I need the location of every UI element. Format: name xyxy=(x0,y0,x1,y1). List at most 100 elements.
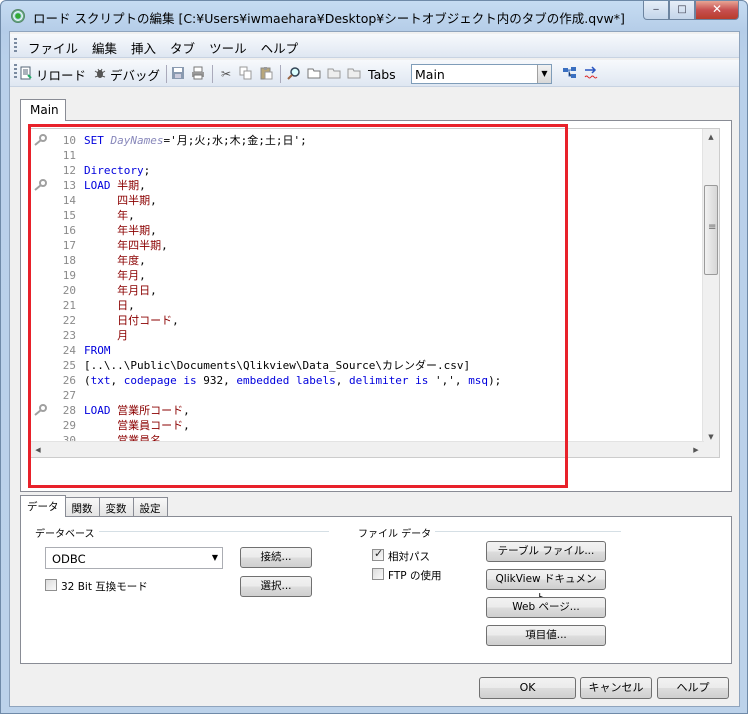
script-line[interactable]: 11 xyxy=(30,148,706,163)
tab-main[interactable]: Main xyxy=(20,99,66,121)
bottom-tab-strip: データ 関数 変数 設定 xyxy=(20,495,168,517)
menu-tools[interactable]: ツール xyxy=(209,38,247,57)
debug-button[interactable]: デバッグ xyxy=(92,65,160,83)
code-text: 年四半期, xyxy=(84,238,168,253)
script-line[interactable]: 14 四半期, xyxy=(30,193,706,208)
tab-data[interactable]: データ xyxy=(20,495,66,517)
vertical-scrollbar[interactable]: ▲ ▼ xyxy=(702,129,719,457)
syntax-check-button[interactable] xyxy=(584,65,602,83)
code-text: 年度, xyxy=(84,253,146,268)
reload-button[interactable]: リロード xyxy=(18,65,86,83)
code-token: 月 xyxy=(117,329,129,342)
tabs-dropdown-value: Main xyxy=(415,67,445,82)
script-line[interactable]: 20 年月日, xyxy=(30,283,706,298)
code-token: , xyxy=(139,254,146,267)
tabs-dropdown[interactable]: Main ▼ xyxy=(411,64,552,84)
find-button[interactable] xyxy=(286,65,304,83)
script-line[interactable]: 21 日, xyxy=(30,298,706,313)
promote-tab-button[interactable] xyxy=(562,65,580,83)
script-line[interactable]: 22 日付コード, xyxy=(30,313,706,328)
script-line[interactable]: 10 SET DayNames='月;火;水;木;金;土;日'; xyxy=(30,133,706,148)
database-select[interactable]: ODBC ▼ xyxy=(45,547,223,569)
title-bar[interactable]: ロード スクリプトの編集 [C:¥Users¥iwmaehara¥Desktop… xyxy=(1,1,747,31)
tab-tree-icon xyxy=(562,66,578,82)
select-button[interactable]: 選択... xyxy=(240,576,312,597)
script-line[interactable]: 17 年四半期, xyxy=(30,238,706,253)
connect-button[interactable]: 接続... xyxy=(240,547,312,568)
code-token: , xyxy=(139,269,146,282)
key-icon xyxy=(33,134,47,146)
indent-button[interactable] xyxy=(326,65,344,83)
tab-functions[interactable]: 関数 xyxy=(64,497,100,517)
code-token: 営業員コード xyxy=(117,419,184,432)
ftp-checkbox[interactable] xyxy=(372,568,384,580)
script-line[interactable]: 27 xyxy=(30,388,706,403)
cancel-button[interactable]: キャンセル xyxy=(580,677,652,699)
outdent-button[interactable] xyxy=(346,65,364,83)
scroll-right-icon[interactable]: ▶ xyxy=(688,442,704,457)
scroll-thumb[interactable] xyxy=(704,185,718,275)
scroll-up-icon[interactable]: ▲ xyxy=(703,129,719,145)
scroll-left-icon[interactable]: ◀ xyxy=(30,442,46,457)
code-token: , xyxy=(161,239,168,252)
script-line[interactable]: 15 年, xyxy=(30,208,706,223)
script-editor[interactable]: 31 役職コード30 営業員名,29 営業員コード,28LOAD 営業所コード,… xyxy=(29,128,720,458)
script-line[interactable]: 28 LOAD 営業所コード, xyxy=(30,403,706,418)
open-folder-button[interactable] xyxy=(306,65,324,83)
key-icon xyxy=(33,179,47,191)
script-line[interactable]: 29 営業員コード, xyxy=(30,418,706,433)
code-token: , xyxy=(128,299,135,312)
script-line[interactable]: 19 年月, xyxy=(30,268,706,283)
paste-button[interactable] xyxy=(258,65,276,83)
menu-edit[interactable]: 編集 xyxy=(92,38,117,57)
cut-button[interactable]: ✂ xyxy=(218,65,236,83)
ok-button[interactable]: OK xyxy=(479,677,576,699)
horizontal-scrollbar[interactable]: ◀ ▶ xyxy=(30,441,704,457)
menu-insert[interactable]: 挿入 xyxy=(131,38,156,57)
script-line[interactable]: 24 FROM xyxy=(30,343,706,358)
bit32-checkbox[interactable] xyxy=(45,579,57,591)
menu-tab[interactable]: タブ xyxy=(170,38,195,57)
tab-settings[interactable]: 設定 xyxy=(132,497,168,517)
save-button[interactable] xyxy=(170,65,188,83)
close-button[interactable]: ✕ xyxy=(695,1,739,20)
relative-path-checkbox[interactable] xyxy=(372,547,384,561)
menu-grip-icon[interactable] xyxy=(14,38,17,54)
code-token: embedded labels xyxy=(236,374,336,387)
qlikview-app-icon xyxy=(11,9,25,23)
relative-path-label: 相対パス xyxy=(388,551,430,563)
qlikview-document-button[interactable]: QlikView ドキュメント... xyxy=(486,569,606,604)
script-line[interactable]: 18 年度, xyxy=(30,253,706,268)
print-button[interactable] xyxy=(190,65,208,83)
maximize-button[interactable]: □ xyxy=(669,1,695,20)
script-line[interactable]: 13 LOAD 半期, xyxy=(30,178,706,193)
table-file-button[interactable]: テーブル ファイル... xyxy=(486,541,606,562)
reload-label: リロード xyxy=(36,67,87,83)
tab-variables[interactable]: 変数 xyxy=(98,497,134,517)
help-button[interactable]: ヘルプ xyxy=(657,677,729,699)
outdent-icon xyxy=(346,66,362,82)
web-page-button[interactable]: Web ページ... xyxy=(486,597,606,618)
copy-button[interactable] xyxy=(238,65,256,83)
scroll-down-icon[interactable]: ▼ xyxy=(703,429,719,445)
script-line[interactable]: 23 月 xyxy=(30,328,706,343)
toolbar: リロード デバッグ ✂ Tabs Main ▼ xyxy=(10,60,739,87)
script-line[interactable]: 16 年半期, xyxy=(30,223,706,238)
menu-file[interactable]: ファイル xyxy=(28,38,78,57)
chevron-down-icon[interactable]: ▼ xyxy=(537,65,551,83)
field-value-button[interactable]: 項目値... xyxy=(486,625,606,646)
line-number: 29 xyxy=(62,419,76,432)
code-token: , xyxy=(150,284,157,297)
script-line[interactable]: 26 (txt, codepage is 932, embedded labels… xyxy=(30,373,706,388)
menu-help[interactable]: ヘルプ xyxy=(261,38,299,57)
script-line[interactable]: 25 [..\..\Public\Documents\Qlikview\Data_… xyxy=(30,358,706,373)
toolbar-separator xyxy=(212,65,213,83)
toolbar-grip-icon[interactable] xyxy=(14,64,17,80)
indent-icon xyxy=(326,66,342,82)
minimize-button[interactable]: ‒ xyxy=(643,1,669,20)
data-panel: データベース ODBC ▼ 接続... 選択... 32 Bit 互換モード フ… xyxy=(20,516,732,664)
line-number: 11 xyxy=(62,149,76,162)
script-line[interactable]: 12 Directory; xyxy=(30,163,706,178)
